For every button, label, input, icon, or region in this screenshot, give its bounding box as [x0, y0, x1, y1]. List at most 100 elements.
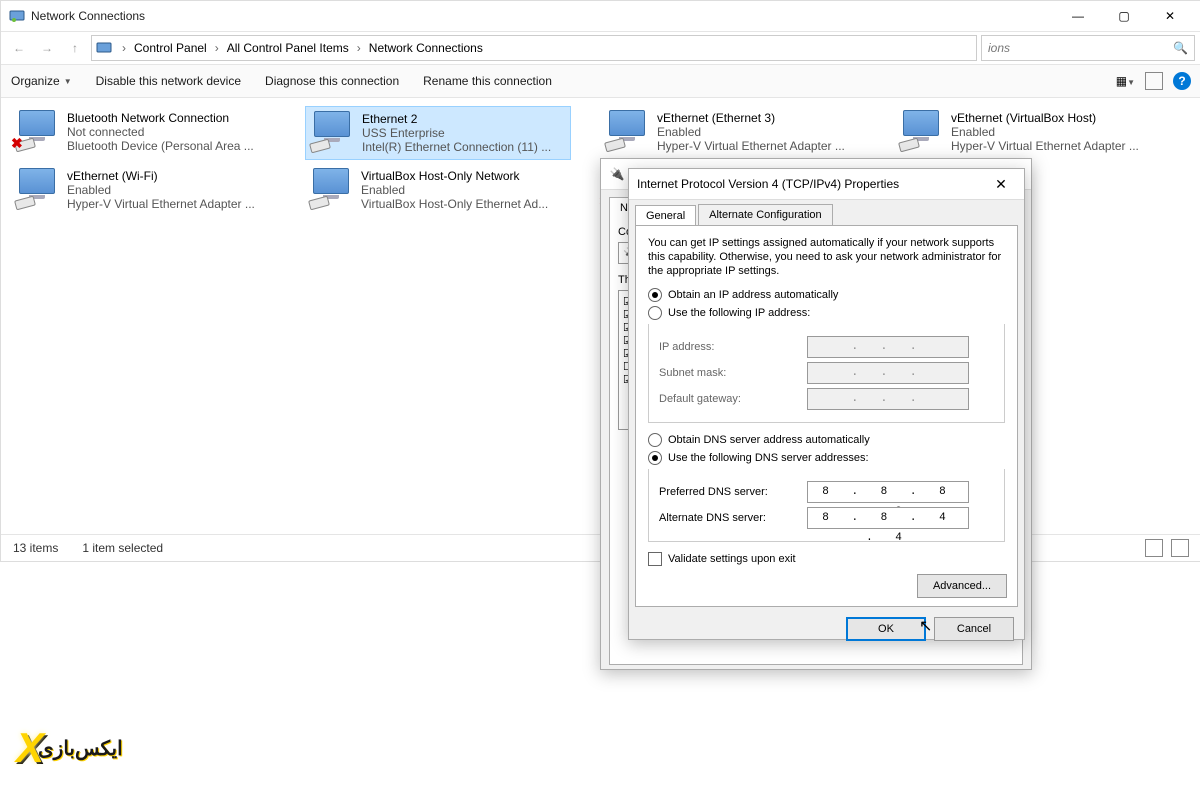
rename-button[interactable]: Rename this connection	[423, 74, 552, 88]
radio-icon	[648, 288, 662, 302]
radio-icon	[648, 306, 662, 320]
preferred-dns-input[interactable]: 8 . 8 . 8 . 8	[807, 481, 969, 503]
network-icon	[96, 40, 112, 56]
close-button[interactable]: ✕	[1147, 1, 1193, 31]
breadcrumb[interactable]: › Control Panel › All Control Panel Item…	[91, 35, 977, 61]
adapter-name: vEthernet (Wi-Fi)	[67, 169, 255, 183]
adapter-item[interactable]: vEthernet (Wi-Fi)EnabledHyper-V Virtual …	[11, 164, 275, 216]
adapter-item[interactable]: Ethernet 2USS EnterpriseIntel(R) Etherne…	[305, 106, 571, 160]
crumb-all-items[interactable]: All Control Panel Items	[223, 39, 353, 57]
tab-strip: General Alternate Configuration	[629, 200, 1024, 225]
radio-use-ip[interactable]: Use the following IP address:	[648, 306, 1005, 320]
adapter-item[interactable]: vEthernet (VirtualBox Host)EnabledHyper-…	[895, 106, 1159, 158]
subnet-mask-label: Subnet mask:	[659, 367, 799, 379]
chevron-right-icon: ›	[213, 41, 221, 55]
gateway-input: . . .	[807, 388, 969, 410]
status-item-count: 13 items	[13, 541, 58, 555]
titlebar: Internet Protocol Version 4 (TCP/IPv4) P…	[629, 169, 1024, 200]
radio-icon	[648, 451, 662, 465]
preferred-dns-label: Preferred DNS server:	[659, 486, 799, 498]
adapter-status: USS Enterprise	[362, 126, 551, 140]
chevron-down-icon: ▼	[64, 77, 72, 86]
adapter-name: vEthernet (Ethernet 3)	[657, 111, 845, 125]
status-selection: 1 item selected	[82, 541, 163, 555]
adapter-device: Hyper-V Virtual Ethernet Adapter ...	[951, 139, 1139, 153]
adapter-status: Enabled	[361, 183, 548, 197]
command-bar: Organize▼ Disable this network device Di…	[1, 65, 1200, 98]
adapter-icon	[307, 166, 355, 208]
adapter-icon	[308, 109, 356, 151]
search-icon: 🔍	[1173, 41, 1188, 55]
crumb-control-panel[interactable]: Control Panel	[130, 39, 211, 57]
adapter-icon	[13, 166, 61, 208]
adapter-icon: ✖	[13, 108, 61, 150]
adapter-icon	[603, 108, 651, 150]
radio-obtain-ip-auto[interactable]: Obtain an IP address automatically	[648, 288, 1005, 302]
adapter-item[interactable]: ✖ Bluetooth Network ConnectionNot connect…	[11, 106, 275, 158]
network-icon	[9, 8, 25, 24]
search-placeholder: ions	[988, 41, 1173, 55]
ip-address-group: IP address: . . . Subnet mask: . . . Defau…	[648, 324, 1005, 423]
chevron-right-icon: ›	[355, 41, 363, 55]
network-icon: 🔌	[609, 166, 625, 182]
tab-panel-general: You can get IP settings assigned automat…	[635, 225, 1018, 607]
window-title: Network Connections	[31, 9, 1055, 23]
adapter-name: Ethernet 2	[362, 112, 551, 126]
address-bar: ← → ↑ › Control Panel › All Control Pane…	[1, 32, 1200, 65]
preview-pane-button[interactable]	[1145, 72, 1163, 90]
radio-obtain-dns-auto[interactable]: Obtain DNS server address automatically	[648, 433, 1005, 447]
ipv4-properties-dialog: Internet Protocol Version 4 (TCP/IPv4) P…	[628, 168, 1025, 640]
ip-address-input: . . .	[807, 336, 969, 358]
back-button[interactable]: ←	[7, 36, 31, 60]
radio-use-dns[interactable]: Use the following DNS server addresses:	[648, 451, 1005, 465]
organize-menu[interactable]: Organize▼	[11, 74, 72, 88]
checkbox-icon	[648, 552, 662, 566]
adapter-status: Enabled	[657, 125, 845, 139]
radio-icon	[648, 433, 662, 447]
tab-alternate[interactable]: Alternate Configuration	[698, 204, 833, 225]
minimize-button[interactable]: —	[1055, 1, 1101, 31]
ip-address-label: IP address:	[659, 341, 799, 353]
adapter-status: Not connected	[67, 125, 254, 139]
maximize-button[interactable]: ▢	[1101, 1, 1147, 31]
chevron-right-icon: ›	[120, 41, 128, 55]
dns-group: Preferred DNS server: 8 . 8 . 8 . 8 Alter…	[648, 469, 1005, 542]
logo-text: ایکس‌بازی	[38, 736, 123, 761]
description-text: You can get IP settings assigned automat…	[648, 236, 1005, 278]
adapter-item[interactable]: vEthernet (Ethernet 3)EnabledHyper-V Vir…	[601, 106, 865, 158]
adapter-status: Enabled	[951, 125, 1139, 139]
gateway-label: Default gateway:	[659, 393, 799, 405]
advanced-button[interactable]: Advanced...	[917, 574, 1007, 598]
subnet-mask-input: . . .	[807, 362, 969, 384]
cancel-button[interactable]: Cancel	[934, 617, 1014, 641]
validate-checkbox[interactable]: Validate settings upon exit	[648, 552, 1005, 566]
adapter-name: VirtualBox Host-Only Network	[361, 169, 548, 183]
disable-device-button[interactable]: Disable this network device	[96, 74, 241, 88]
crumb-network-connections[interactable]: Network Connections	[365, 39, 487, 57]
dialog-buttons: OK Cancel	[629, 613, 1024, 649]
adapter-device: Bluetooth Device (Personal Area ...	[67, 139, 254, 153]
adapter-name: Bluetooth Network Connection	[67, 111, 254, 125]
disconnected-icon: ✖	[11, 135, 23, 152]
tab-general[interactable]: General	[635, 205, 696, 226]
up-button[interactable]: ↑	[63, 36, 87, 60]
details-view-button[interactable]	[1145, 539, 1163, 557]
adapter-name: vEthernet (VirtualBox Host)	[951, 111, 1139, 125]
ok-button[interactable]: OK	[846, 617, 926, 641]
close-button[interactable]: ✕	[986, 172, 1016, 196]
adapter-device: Hyper-V Virtual Ethernet Adapter ...	[67, 197, 255, 211]
diagnose-button[interactable]: Diagnose this connection	[265, 74, 399, 88]
search-input[interactable]: ions 🔍	[981, 35, 1195, 61]
forward-button[interactable]: →	[35, 36, 59, 60]
watermark-logo: X ایکس‌بازی	[16, 720, 136, 776]
adapter-device: Hyper-V Virtual Ethernet Adapter ...	[657, 139, 845, 153]
view-options-button[interactable]: ▦▼	[1116, 74, 1135, 88]
adapter-item[interactable]: VirtualBox Host-Only NetworkEnabledVirtu…	[305, 164, 569, 216]
titlebar: Network Connections — ▢ ✕	[1, 1, 1200, 32]
help-button[interactable]: ?	[1173, 72, 1191, 90]
tiles-view-button[interactable]	[1171, 539, 1189, 557]
alternate-dns-input[interactable]: 8 . 8 . 4 . 4	[807, 507, 969, 529]
adapter-device: VirtualBox Host-Only Ethernet Ad...	[361, 197, 548, 211]
alternate-dns-label: Alternate DNS server:	[659, 512, 799, 524]
adapter-status: Enabled	[67, 183, 255, 197]
